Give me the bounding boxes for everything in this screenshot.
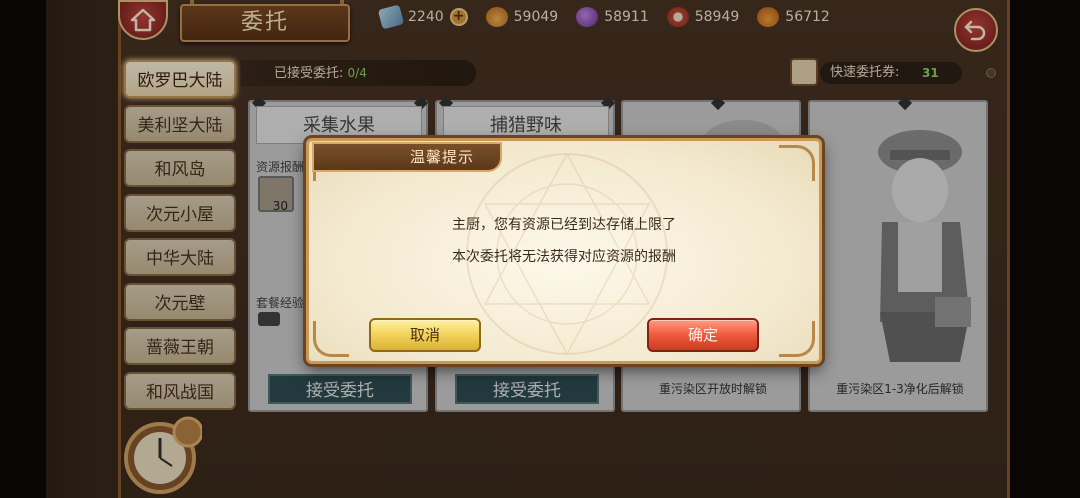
frame-corner [779, 321, 815, 357]
frame-corner [313, 321, 349, 357]
confirm-button[interactable]: 确定 [647, 318, 759, 352]
game-screen: 委托 2240 + 59049 58911 58949 56712 已接受委托:… [0, 0, 1080, 498]
cancel-button[interactable]: 取消 [369, 318, 481, 352]
dialog-message-line2: 本次委托将无法获得对应资源的报酬 [452, 249, 676, 265]
frame-corner [779, 145, 815, 181]
dialog-title: 温馨提示 [312, 142, 502, 172]
dialog-message-line1: 主厨，您有资源已经到达存储上限了 [452, 217, 676, 233]
